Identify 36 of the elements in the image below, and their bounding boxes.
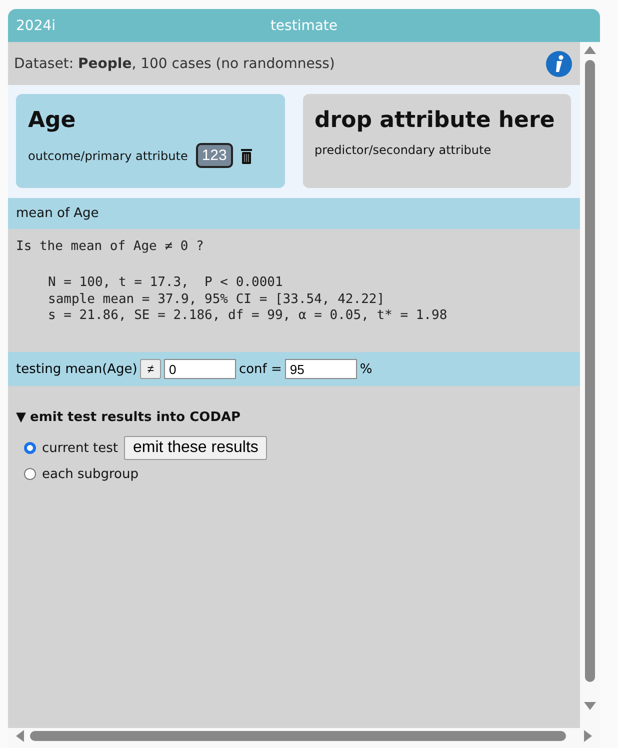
result-line: sample mean = 37.9, 95% CI = [33.54, 42.22] xyxy=(48,292,386,308)
scroll-down-icon[interactable] xyxy=(584,702,596,710)
scrollbar-thumb[interactable] xyxy=(30,731,566,741)
test-question: Is the mean of Age ≠ 0 ? xyxy=(16,239,205,256)
result-line: N = 100, t = 17.3, P < 0.0001 xyxy=(48,275,284,292)
conf-field[interactable]: 95 xyxy=(284,359,357,379)
test-title: mean of Age xyxy=(16,206,99,221)
scroll-left-icon[interactable] xyxy=(16,730,24,742)
radio-button[interactable] xyxy=(24,468,36,480)
scroll-up-icon[interactable] xyxy=(584,46,596,54)
emit-title: emit test results into CODAP xyxy=(30,410,241,425)
result-line: s = 21.86, SE = 2.186, df = 99, α = 0.05, t* = 1.98 xyxy=(48,308,448,324)
attribute-role: outcome/primary attribute xyxy=(28,148,188,162)
percent-sign: % xyxy=(360,362,372,376)
type-button[interactable]: 123 xyxy=(196,143,233,168)
attribute-drop-zone[interactable]: Age outcome/primary attribute 123 xyxy=(16,94,284,188)
testing-label: testing mean(Age) xyxy=(16,362,138,376)
scrollbar-thumb[interactable] xyxy=(585,60,595,682)
window-title: testimate xyxy=(270,18,338,34)
scroll-right-icon[interactable] xyxy=(584,730,592,742)
attribute-name: drop attribute here xyxy=(314,108,556,133)
emit-button[interactable]: emit these results xyxy=(124,436,268,460)
attribute-drop-zone[interactable]: drop attribute here predictor/secondary attribute xyxy=(302,94,571,188)
attribute-name: Age xyxy=(28,108,77,133)
radio-button[interactable] xyxy=(24,442,36,454)
value-field[interactable]: 0 xyxy=(164,359,236,379)
operator-button[interactable]: ≠ xyxy=(140,359,161,379)
attribute-role: predictor/secondary attribute xyxy=(314,143,492,157)
option-label: each subgroup xyxy=(42,466,139,482)
dataset-info: Dataset: People, 100 cases (no randomness) xyxy=(14,56,335,72)
trash-icon[interactable] xyxy=(240,148,252,164)
conf-label: conf = xyxy=(238,362,282,376)
disclosure-toggle[interactable]: ▼ xyxy=(16,410,26,425)
version-label: 2024i xyxy=(16,18,56,34)
option-label: current test xyxy=(42,440,118,456)
info-icon[interactable] xyxy=(546,50,572,76)
